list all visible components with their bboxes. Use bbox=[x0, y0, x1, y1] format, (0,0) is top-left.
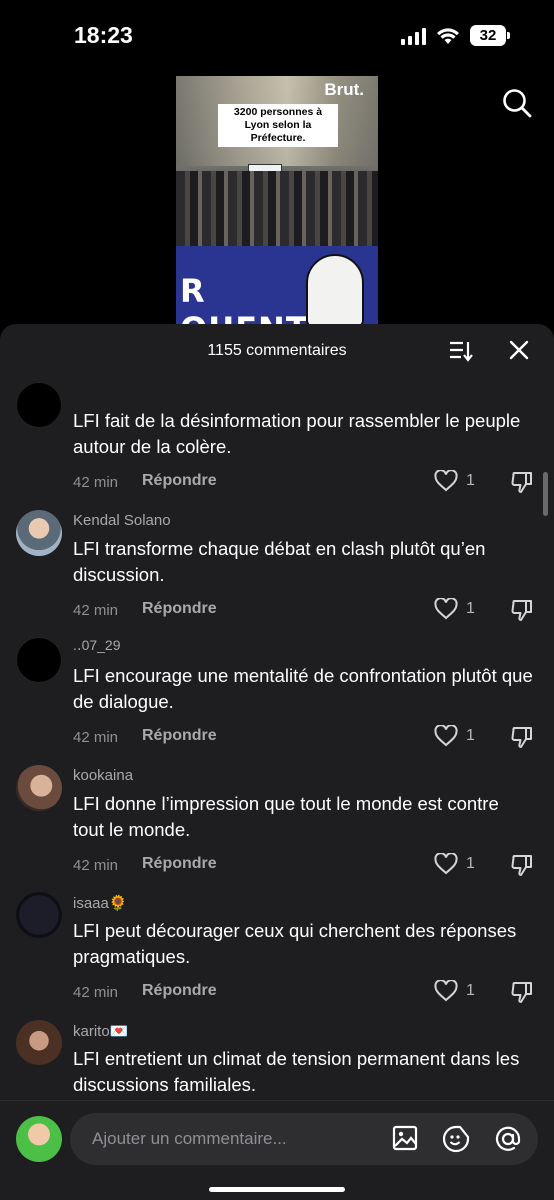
avatar[interactable] bbox=[16, 382, 62, 428]
avatar[interactable] bbox=[16, 765, 62, 811]
emoji-button[interactable] bbox=[442, 1125, 470, 1158]
like-button[interactable]: 1 bbox=[434, 980, 475, 1002]
heart-icon bbox=[434, 980, 458, 1002]
thumbs-down-icon bbox=[511, 600, 532, 621]
video-crowd bbox=[176, 171, 378, 249]
close-button[interactable] bbox=[508, 339, 530, 366]
comment-text: LFI fait de la désinformation pour rasse… bbox=[73, 410, 521, 457]
emoji-icon bbox=[442, 1125, 470, 1153]
avatar[interactable] bbox=[16, 510, 62, 556]
heart-icon bbox=[434, 853, 458, 875]
like-button[interactable]: 1 bbox=[434, 725, 475, 747]
dislike-button[interactable] bbox=[510, 598, 534, 627]
thumbs-down-icon bbox=[511, 472, 532, 493]
scrollbar[interactable] bbox=[543, 472, 548, 516]
comment-text: LFI transforme chaque débat en clash plu… bbox=[73, 538, 486, 585]
video-banner-portrait bbox=[306, 254, 364, 328]
like-count: 1 bbox=[466, 600, 475, 617]
home-indicator bbox=[209, 1187, 345, 1192]
comment-time: 42 min bbox=[73, 474, 119, 491]
dislike-button[interactable] bbox=[510, 853, 534, 882]
dislike-button[interactable] bbox=[510, 980, 534, 1009]
comment-item: .․07_29 LFI encourage une mentalité de c… bbox=[0, 637, 554, 757]
avatar[interactable] bbox=[16, 1020, 62, 1066]
sort-icon bbox=[450, 341, 473, 362]
thumbs-down-icon bbox=[511, 982, 532, 1003]
heart-icon bbox=[434, 725, 458, 747]
like-count: 1 bbox=[466, 727, 475, 744]
comment-item: isaaa🌻 LFI peut décourager ceux qui cher… bbox=[0, 892, 554, 1012]
comment-text: LFI entretient un climat de tension perm… bbox=[73, 1048, 520, 1095]
heart-icon bbox=[434, 598, 458, 620]
battery-indicator: 32 bbox=[470, 25, 510, 46]
like-count: 1 bbox=[466, 855, 475, 872]
dislike-button[interactable] bbox=[510, 725, 534, 754]
comment-text: LFI peut décourager ceux qui cherchent d… bbox=[73, 920, 517, 967]
image-button[interactable] bbox=[392, 1125, 418, 1156]
close-icon bbox=[509, 340, 529, 360]
comment-time: 42 min bbox=[73, 857, 119, 874]
cellular-signal-icon bbox=[401, 27, 426, 45]
like-button[interactable]: 1 bbox=[434, 470, 475, 492]
thumbs-down-icon bbox=[511, 727, 532, 748]
comment-username[interactable]: isaaa🌻 bbox=[73, 894, 128, 912]
dislike-button[interactable] bbox=[510, 470, 534, 499]
avatar[interactable] bbox=[16, 892, 62, 938]
search-icon bbox=[503, 89, 532, 118]
like-count: 1 bbox=[466, 982, 475, 999]
reply-button[interactable]: Répondre bbox=[142, 855, 217, 873]
comment-time: 42 min bbox=[73, 984, 119, 1001]
comment-username[interactable]: kookaina bbox=[73, 767, 133, 784]
status-bar: 18:23 32 bbox=[0, 0, 554, 72]
like-count: 1 bbox=[466, 472, 475, 489]
wifi-icon bbox=[436, 27, 460, 45]
comment-item: karito💌 LFI entretient un climat de tens… bbox=[0, 1020, 554, 1100]
reply-button[interactable]: Répondre bbox=[142, 982, 217, 1000]
comments-sheet: 1155 commentaires LFI fait de la désinfo… bbox=[0, 324, 554, 1200]
comment-item: LFI fait de la désinformation pour rasse… bbox=[0, 382, 554, 502]
video-caption: 3200 personnes à Lyon selon la Préfectur… bbox=[218, 104, 338, 147]
reply-button[interactable]: Répondre bbox=[142, 600, 217, 618]
comment-username[interactable]: karito💌 bbox=[73, 1022, 128, 1040]
reply-button[interactable]: Répondre bbox=[142, 727, 217, 745]
sort-button[interactable] bbox=[448, 339, 474, 368]
mention-button[interactable] bbox=[494, 1125, 522, 1158]
current-user-avatar[interactable] bbox=[16, 1116, 62, 1162]
comments-header: 1155 commentaires bbox=[0, 324, 554, 378]
comment-input-bar bbox=[0, 1100, 554, 1200]
video-thumbnail[interactable]: R QUENTIN Brut. 3200 personnes à Lyon se… bbox=[176, 76, 378, 328]
status-icons: 32 bbox=[401, 25, 510, 46]
comment-time: 42 min bbox=[73, 729, 119, 746]
like-button[interactable]: 1 bbox=[434, 598, 475, 620]
video-area: R QUENTIN Brut. 3200 personnes à Lyon se… bbox=[0, 72, 554, 332]
search-button[interactable] bbox=[502, 88, 532, 123]
thumbs-down-icon bbox=[511, 855, 532, 876]
at-sign-icon bbox=[495, 1126, 521, 1151]
comment-item: kookaina LFI donne l’impression que tout… bbox=[0, 765, 554, 885]
comment-text: LFI donne l’impression que tout le monde… bbox=[73, 793, 499, 840]
video-brand-logo: Brut. bbox=[324, 80, 364, 99]
like-button[interactable]: 1 bbox=[434, 853, 475, 875]
reply-button[interactable]: Répondre bbox=[142, 472, 217, 490]
comment-time: 42 min bbox=[73, 602, 119, 619]
comment-username[interactable]: Kendal Solano bbox=[73, 512, 171, 529]
status-time: 18:23 bbox=[74, 22, 133, 48]
image-icon bbox=[392, 1125, 418, 1151]
comment-item: Kendal Solano LFI transforme chaque déba… bbox=[0, 510, 554, 630]
avatar[interactable] bbox=[16, 637, 62, 683]
comment-username[interactable]: .․07_29 bbox=[73, 637, 121, 654]
comment-text: LFI encourage une mentalité de confronta… bbox=[73, 665, 533, 712]
heart-icon bbox=[434, 470, 458, 492]
